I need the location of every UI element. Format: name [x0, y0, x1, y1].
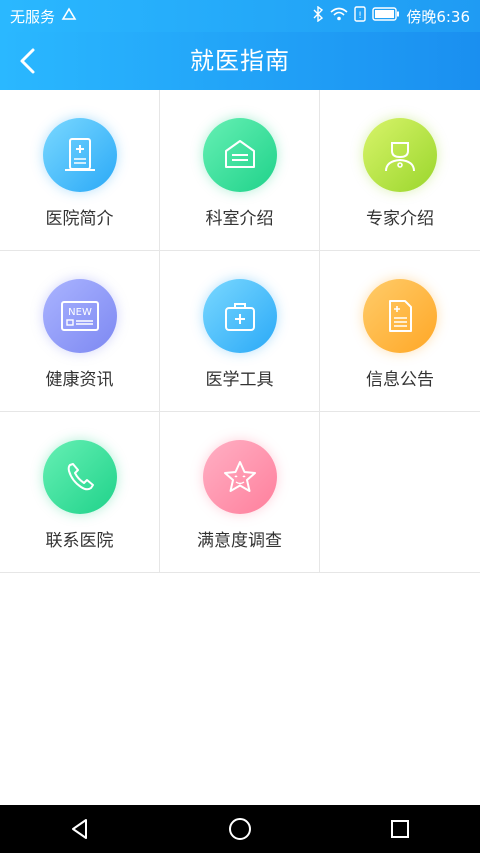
- doctor-icon: [363, 118, 437, 192]
- menu-item-medical-tools[interactable]: 医学工具: [160, 251, 320, 411]
- svg-text:NEW: NEW: [68, 307, 92, 318]
- menu-item-announcements[interactable]: 信息公告: [320, 251, 480, 411]
- department-icon: [202, 118, 277, 192]
- menu-item-health-news[interactable]: NEW 健康资讯: [0, 251, 160, 411]
- menu-item-label: 信息公告: [366, 370, 434, 390]
- battery-icon: [372, 7, 400, 25]
- carrier-text: 无服务: [10, 7, 56, 26]
- menu-item-label: 联系医院: [45, 531, 114, 551]
- menu-row: NEW 健康资讯 医学工具 信息公告: [0, 251, 480, 412]
- home-circle-icon[interactable]: [220, 809, 260, 849]
- menu-grid: 医院简介 科室介绍 专家介绍 NEW 健康资讯 医学工具 信息公告 联系医院 满…: [0, 90, 480, 573]
- phone-icon: [42, 440, 117, 514]
- recents-square-icon[interactable]: [380, 809, 420, 849]
- hospital-building-icon: [42, 118, 117, 192]
- menu-item-label: 健康资讯: [45, 370, 114, 390]
- page-title: 就医指南: [190, 47, 290, 75]
- header-bar: 就医指南: [0, 32, 480, 90]
- menu-row: 医院简介 科室介绍 专家介绍: [0, 90, 480, 251]
- menu-item-contact-hospital[interactable]: 联系医院: [0, 412, 160, 572]
- menu-item-department-intro[interactable]: 科室介绍: [160, 90, 320, 250]
- menu-item-expert-intro[interactable]: 专家介绍: [320, 90, 480, 250]
- menu-item-label: 满意度调查: [197, 531, 282, 551]
- system-nav-bar: [0, 805, 480, 853]
- back-triangle-icon[interactable]: [60, 809, 100, 849]
- menu-item-satisfaction-survey[interactable]: 满意度调查: [160, 412, 320, 572]
- status-bar: 无服务 ! 傍晚6:36: [0, 0, 480, 32]
- clock-text: 傍晚6:36: [406, 7, 470, 26]
- news-icon: NEW: [42, 279, 117, 353]
- sim-icon: !: [354, 6, 367, 26]
- bluetooth-icon: [312, 5, 324, 26]
- menu-item-label: 医院简介: [45, 209, 114, 229]
- menu-item-label: 医学工具: [205, 370, 274, 390]
- menu-item-label: 专家介绍: [366, 209, 434, 229]
- empty-cell: [320, 412, 480, 572]
- star-icon: [202, 440, 277, 514]
- medical-kit-icon: [202, 279, 277, 353]
- wifi-icon: [330, 7, 348, 25]
- menu-item-label: 科室介绍: [205, 209, 274, 229]
- signal-icon: [61, 7, 77, 25]
- svg-text:!: !: [359, 11, 363, 21]
- notice-document-icon: [363, 279, 437, 353]
- menu-item-hospital-intro[interactable]: 医院简介: [0, 90, 160, 250]
- menu-row: 联系医院 满意度调查: [0, 412, 480, 573]
